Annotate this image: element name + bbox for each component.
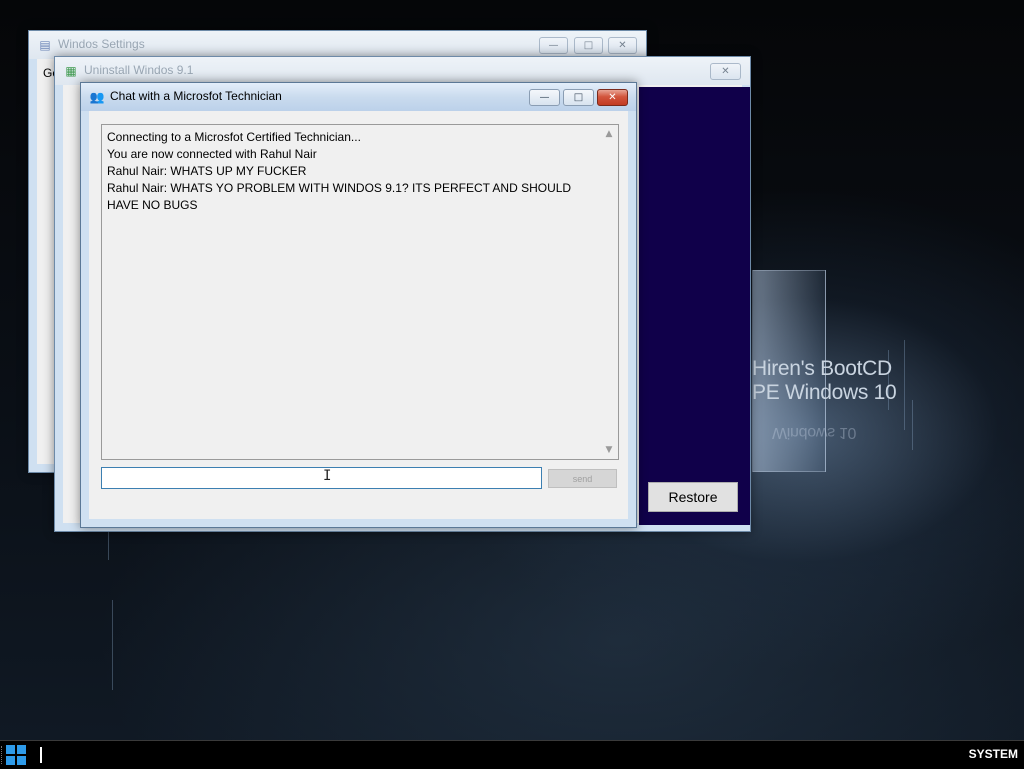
chat-message: HAVE NO BUGS	[107, 198, 198, 212]
windows-start-icon[interactable]	[6, 745, 28, 765]
text-cursor-icon: I	[323, 468, 331, 484]
wallpaper-brand-line1: Hiren's BootCD	[752, 357, 892, 380]
chat-message: Rahul Nair: WHATS UP MY FUCKER	[107, 164, 307, 178]
wallpaper-streak	[112, 600, 113, 690]
uninstall-window-title: Uninstall Windos 9.1	[84, 63, 194, 77]
uninstall-app-icon: ▦	[65, 64, 77, 78]
restore-button[interactable]: Restore	[648, 482, 738, 512]
start-logo-pane	[6, 756, 15, 765]
chat-minimize-button[interactable]: —	[529, 89, 560, 106]
scroll-down-arrow-icon[interactable]: ▼	[603, 444, 615, 456]
chat-message: You are now connected with Rahul Nair	[107, 147, 317, 161]
taskbar: SYSTEM	[0, 740, 1024, 769]
start-logo-pane	[6, 745, 15, 754]
scroll-up-arrow-icon[interactable]: ▲	[603, 128, 615, 140]
start-logo-pane	[17, 745, 26, 754]
start-logo-pane	[17, 756, 26, 765]
settings-titlebar[interactable]: ▤ Windos Settings — □ ✕	[29, 31, 646, 59]
chat-window-title: Chat with a Microsfot Technician	[110, 89, 282, 103]
message-input[interactable]	[101, 467, 542, 489]
taskbar-search-caret[interactable]	[40, 747, 42, 763]
settings-minimize-button[interactable]: —	[539, 37, 568, 54]
wallpaper-brand-reflection: Windows 10	[772, 424, 857, 441]
settings-window-title: Windos Settings	[58, 37, 145, 51]
chat-titlebar[interactable]: 👥 Chat with a Microsfot Technician — □ ✕	[81, 83, 636, 111]
chat-message-list: Connecting to a Microsfot Certified Tech…	[107, 129, 596, 214]
chat-log[interactable]: Connecting to a Microsfot Certified Tech…	[101, 124, 619, 460]
send-button[interactable]: send	[548, 469, 617, 488]
chat-client-area: Connecting to a Microsfot Certified Tech…	[89, 111, 628, 519]
wallpaper-streak	[904, 340, 905, 430]
wallpaper-streak	[912, 400, 913, 450]
taskbar-user-label: SYSTEM	[968, 747, 1018, 761]
wallpaper-brand-line2: PE Windows 10	[752, 381, 897, 404]
chat-window[interactable]: 👥 Chat with a Microsfot Technician — □ ✕…	[80, 82, 637, 528]
chat-message: Rahul Nair: WHATS YO PROBLEM WITH WINDOS…	[107, 181, 572, 195]
uninstall-titlebar[interactable]: ▦ Uninstall Windos 9.1 ✕	[55, 57, 750, 85]
settings-close-button[interactable]: ✕	[608, 37, 637, 54]
chat-message: Connecting to a Microsfot Certified Tech…	[107, 130, 361, 144]
uninstall-purple-panel	[639, 87, 750, 525]
uninstall-close-button[interactable]: ✕	[710, 63, 741, 80]
chat-close-button[interactable]: ✕	[597, 89, 628, 106]
settings-maximize-button[interactable]: □	[574, 37, 603, 54]
settings-app-icon: ▤	[39, 38, 51, 52]
people-icon: 👥	[89, 90, 105, 104]
taskbar-grip[interactable]	[1, 746, 4, 764]
chat-maximize-button[interactable]: □	[563, 89, 594, 106]
